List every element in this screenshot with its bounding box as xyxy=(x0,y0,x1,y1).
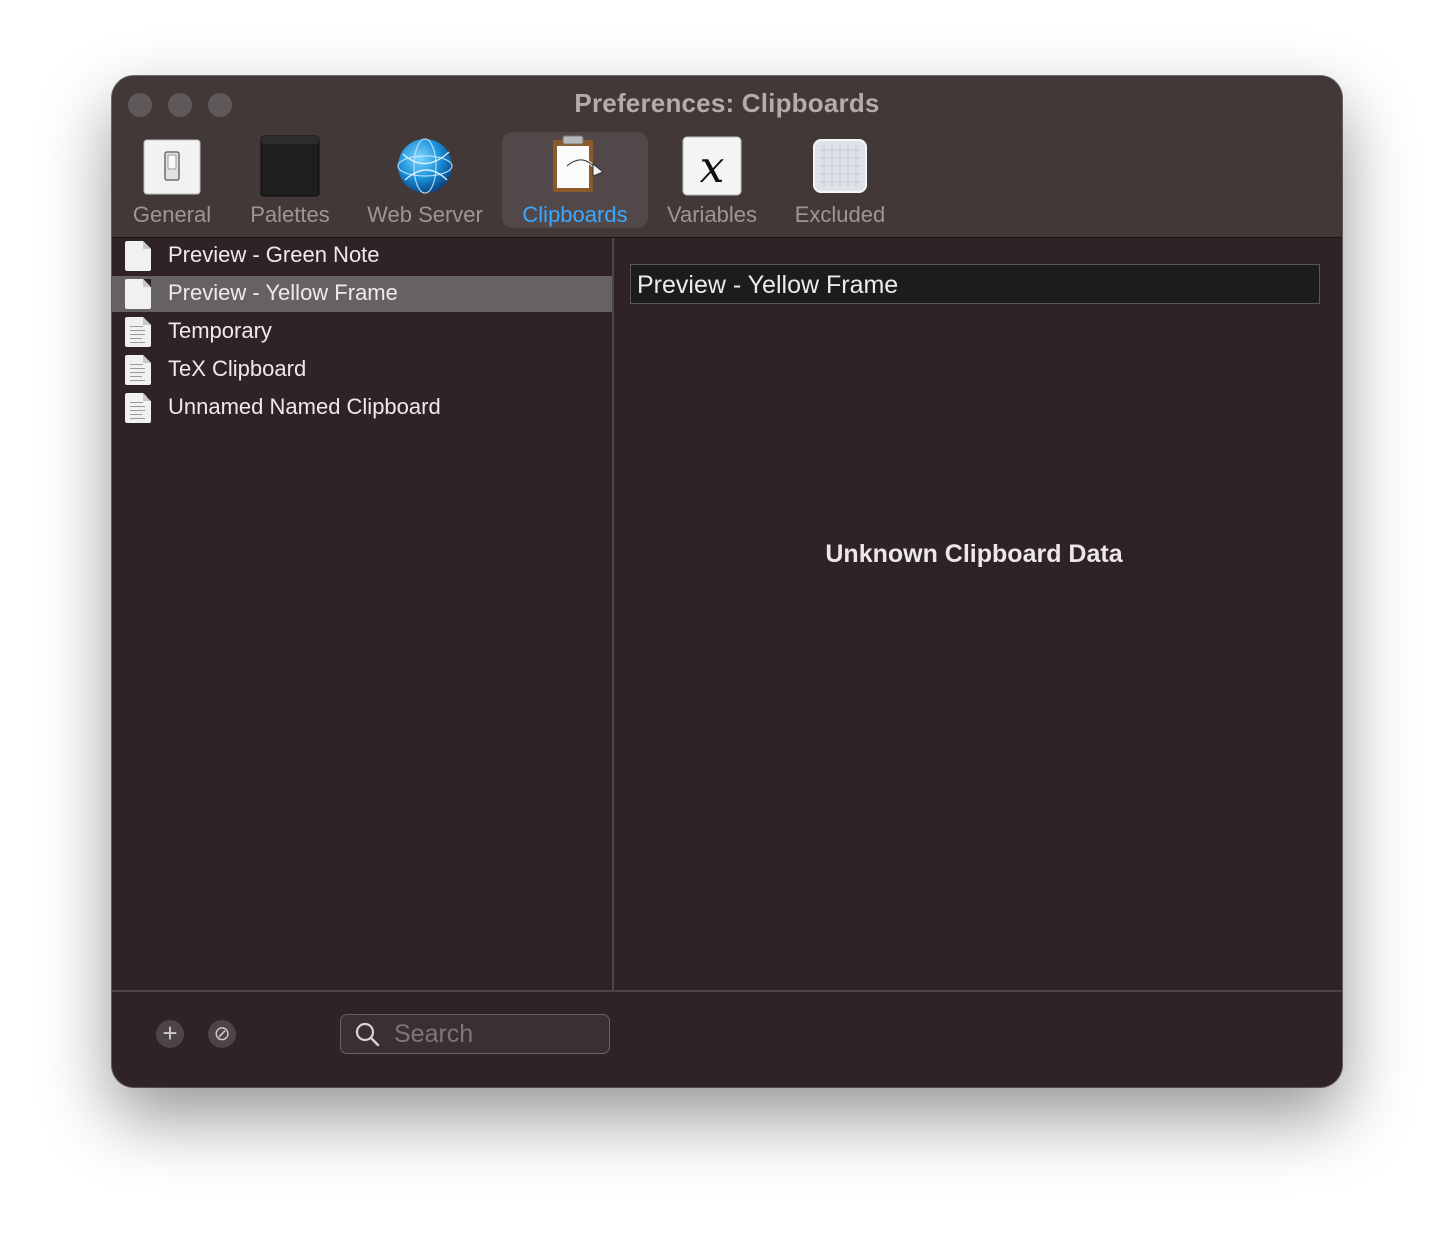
list-item-label: Preview - Green Note xyxy=(168,242,380,267)
blank-document-icon xyxy=(125,279,151,309)
search-field[interactable]: Search xyxy=(340,1014,610,1054)
tab-excluded[interactable]: Excluded xyxy=(784,132,896,228)
add-clipboard-button[interactable]: + xyxy=(156,1020,184,1048)
globe-icon xyxy=(393,134,457,198)
clipboard-icon xyxy=(543,134,607,198)
list-item[interactable]: Temporary xyxy=(112,314,612,350)
clipboard-detail-pane: Preview - Yellow Frame Unknown Clipboard… xyxy=(614,238,1342,990)
list-item[interactable]: Preview - Yellow Frame xyxy=(112,276,612,312)
tab-excluded-label: Excluded xyxy=(794,202,886,227)
search-icon xyxy=(355,1022,380,1047)
delete-clipboard-button[interactable]: ⊘ xyxy=(208,1020,236,1048)
switch-icon xyxy=(140,134,204,198)
tab-general[interactable]: General xyxy=(126,132,218,228)
tab-palettes-label: Palettes xyxy=(250,202,330,227)
tab-web-server[interactable]: Web Server xyxy=(358,132,492,228)
list-item-label: TeX Clipboard xyxy=(168,356,307,381)
list-item[interactable]: TeX Clipboard xyxy=(112,352,612,388)
tab-variables[interactable]: x Variables xyxy=(658,132,766,228)
plus-icon: + xyxy=(162,1018,178,1048)
clipboard-list: Preview - Green Note Preview - Yellow Fr… xyxy=(112,238,614,990)
svg-text:x: x xyxy=(700,142,725,193)
text-document-icon xyxy=(125,393,151,423)
excluded-grid-icon xyxy=(808,134,872,198)
tab-clipboards[interactable]: Clipboards xyxy=(502,132,648,228)
list-item[interactable]: Unnamed Named Clipboard xyxy=(112,390,612,426)
preferences-window: Preferences: Clipboards General Palettes xyxy=(112,76,1342,1087)
list-item-label: Temporary xyxy=(168,318,272,343)
tab-clipboards-label: Clipboards xyxy=(522,202,628,227)
tab-general-label: General xyxy=(132,202,212,227)
list-item[interactable]: Preview - Green Note xyxy=(112,238,612,274)
tab-palettes[interactable]: Palettes xyxy=(238,132,342,228)
list-item-label: Unnamed Named Clipboard xyxy=(168,394,441,419)
clipboard-name-field[interactable]: Preview - Yellow Frame xyxy=(630,264,1320,304)
titlebar: Preferences: Clipboards General Palettes xyxy=(112,76,1342,238)
text-document-icon xyxy=(125,355,151,385)
text-document-icon xyxy=(125,317,151,347)
search-placeholder: Search xyxy=(394,1020,474,1048)
bottom-bar: + ⊘ Search xyxy=(112,990,1342,1087)
palette-icon xyxy=(258,134,322,198)
blank-document-icon xyxy=(125,241,151,271)
tab-web-server-label: Web Server xyxy=(367,202,483,227)
prohibit-icon: ⊘ xyxy=(213,1023,231,1045)
clipboard-content-message: Unknown Clipboard Data xyxy=(825,540,1123,568)
variable-x-icon: x xyxy=(680,134,744,198)
list-item-label: Preview - Yellow Frame xyxy=(168,280,398,305)
tab-variables-label: Variables xyxy=(666,202,758,227)
window-title: Preferences: Clipboards xyxy=(574,88,880,118)
